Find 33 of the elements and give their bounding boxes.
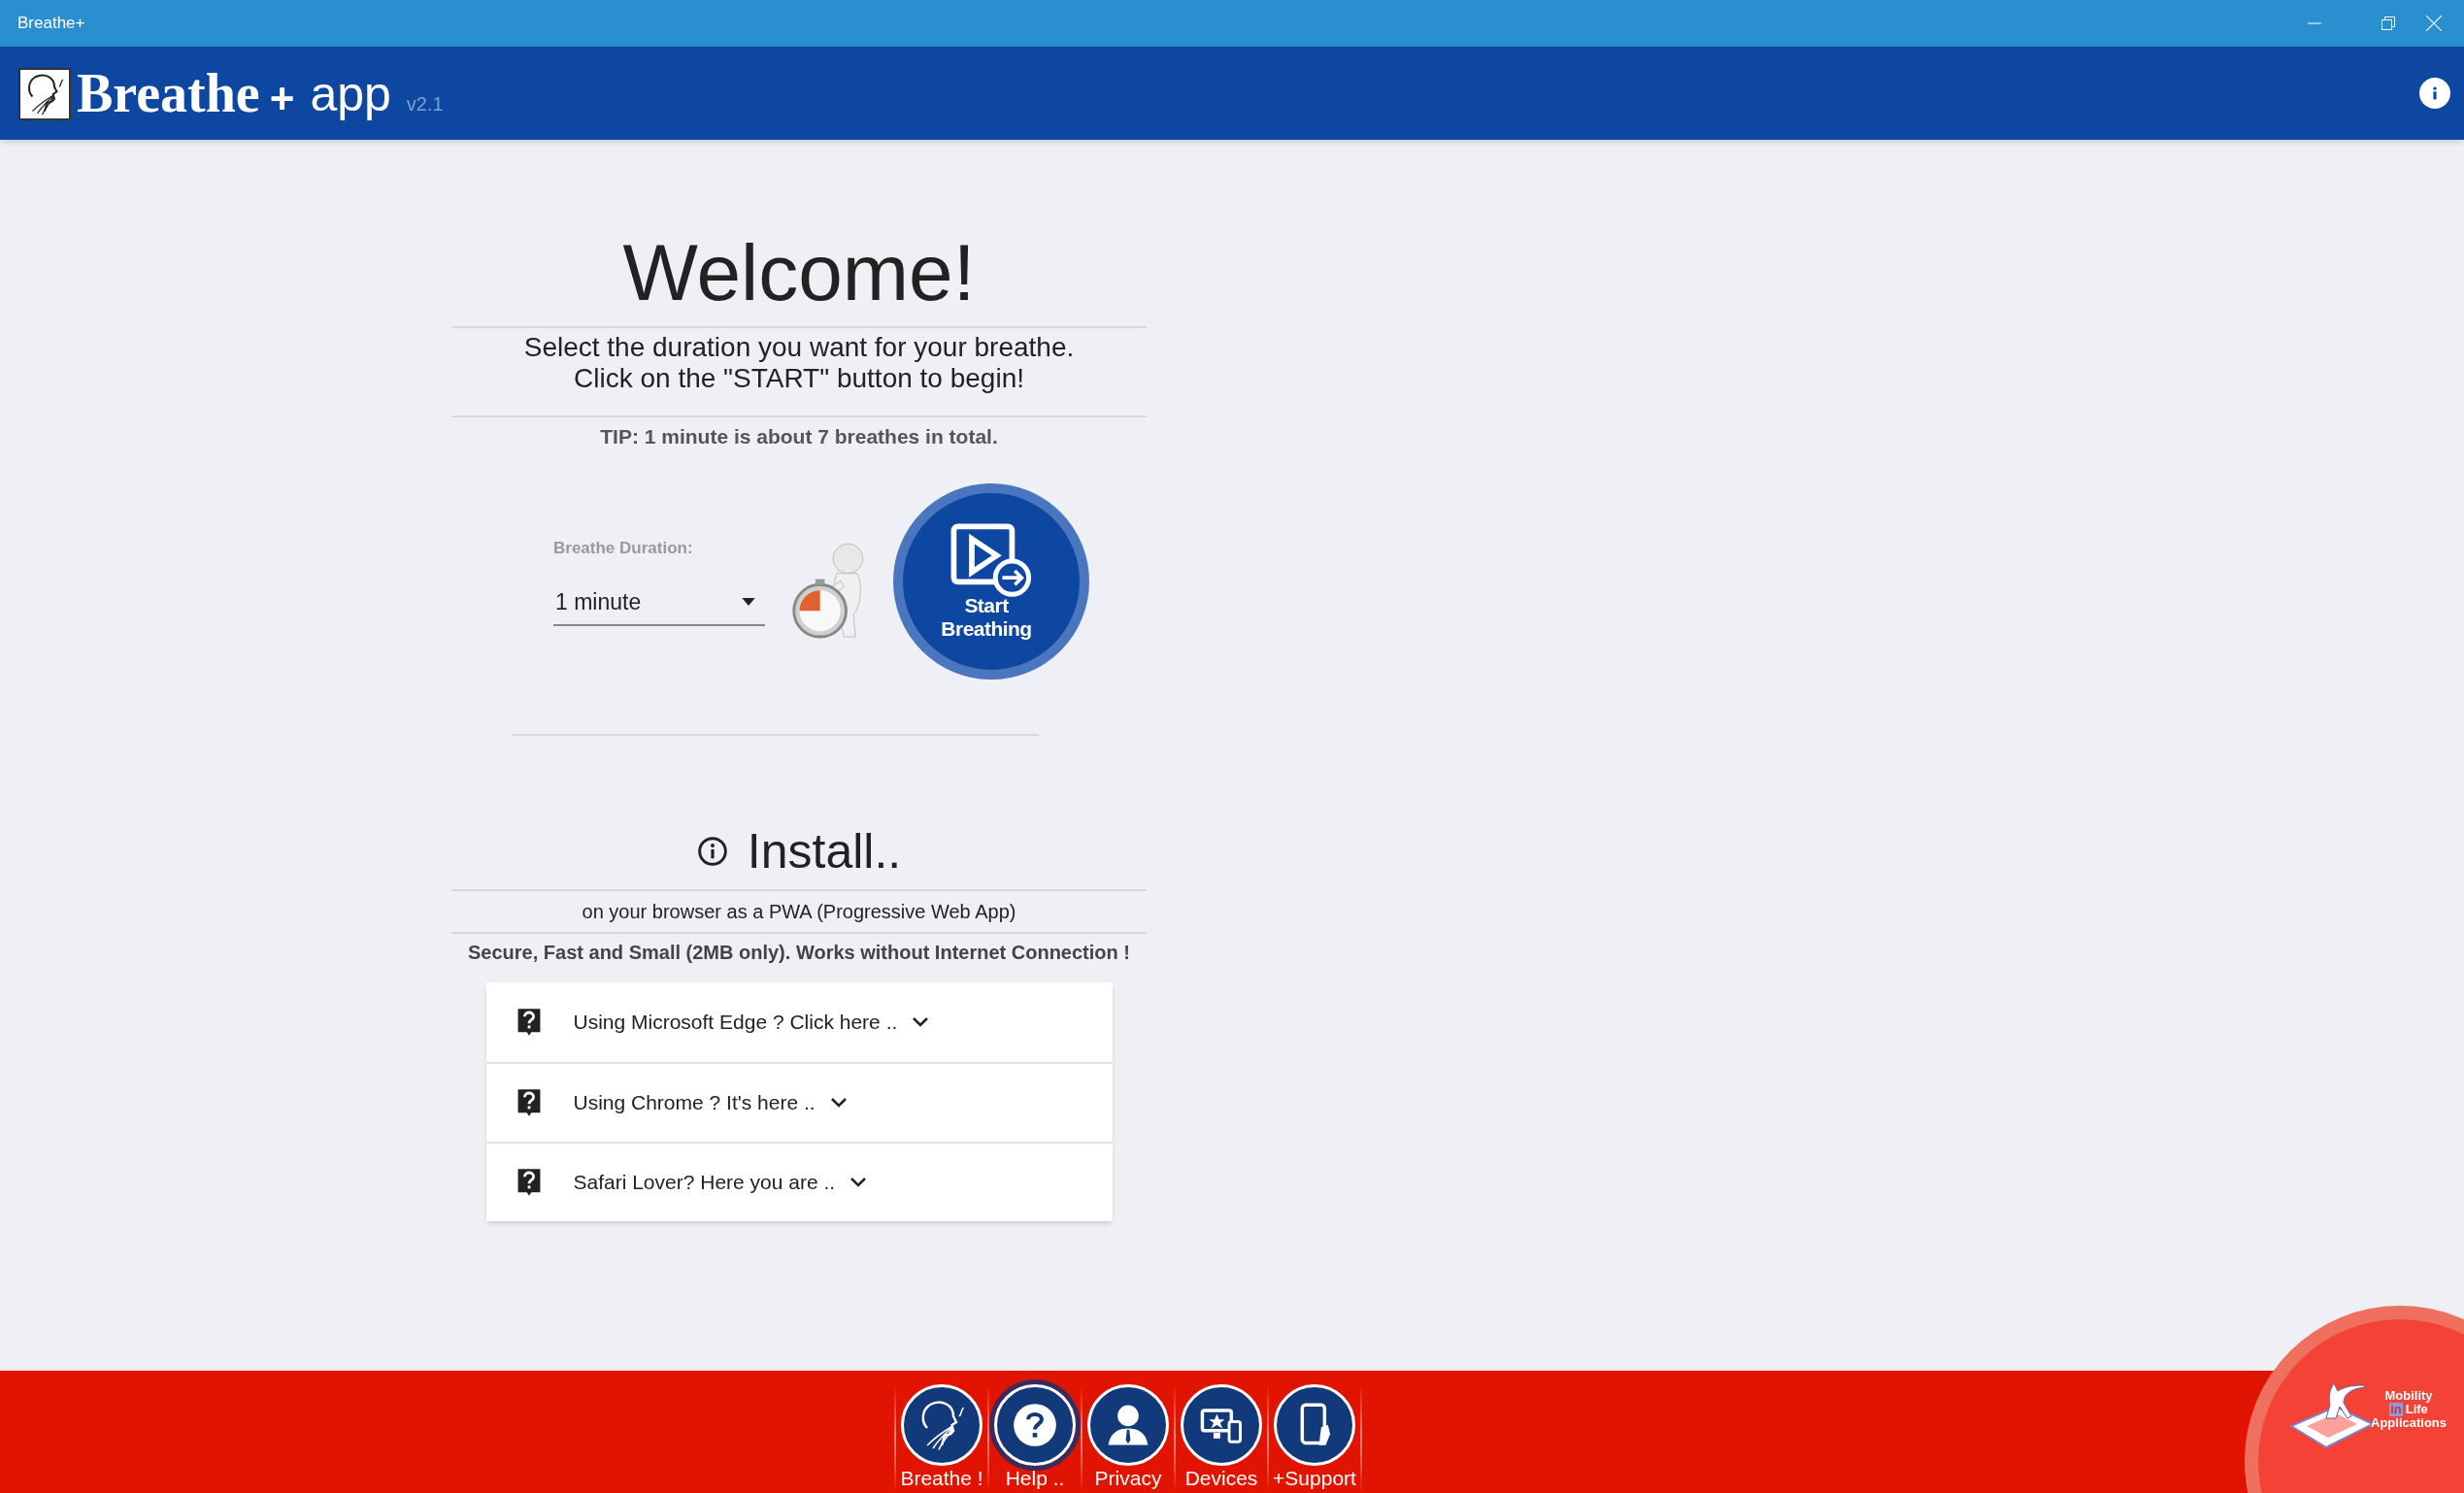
info-button[interactable]: [2419, 78, 2450, 109]
accordion-item[interactable]: Safari Lover? Here you are ..: [485, 1141, 1113, 1221]
accordion-item[interactable]: Using Microsoft Edge ? Click here ..: [485, 981, 1113, 1062]
install-subtitle: on your browser as a PWA (Progressive Web App): [582, 899, 1016, 924]
window-title: Breathe+: [17, 13, 85, 35]
tip-text: TIP: 1 minute is about 7 breathes in total.: [600, 424, 998, 449]
duration-select[interactable]: 1 minute: [553, 580, 765, 627]
version-label: v2.1: [406, 92, 444, 116]
welcome-heading: Welcome!: [622, 233, 976, 313]
duration-label: Breathe Duration:: [553, 537, 694, 559]
brand-text: Applications: [2371, 1416, 2447, 1430]
chevron-down-icon: [850, 1177, 867, 1187]
chevron-down-icon: [913, 1016, 929, 1027]
install-heading: Install..: [747, 826, 902, 876]
plus-sign: +: [269, 78, 295, 120]
app-label: app: [310, 70, 391, 118]
brand-text: Life: [2405, 1403, 2428, 1416]
restore-icon: [2381, 16, 2396, 31]
start-breathing-button[interactable]: Start Breathing: [893, 482, 1089, 680]
chevron-down-icon: [830, 1097, 847, 1108]
logo-text: Breathe: [77, 66, 260, 120]
info-icon: [696, 835, 728, 867]
help-icon: [1013, 1403, 1057, 1447]
caret-icon: [742, 598, 755, 607]
instruction-text: Select the duration you want for your breathe.: [523, 332, 1075, 363]
close-icon: [2425, 15, 2443, 32]
install-features: Secure, Fast and Small (2MB only). Works without Internet Connection !: [468, 940, 1130, 965]
minimize-icon: [2307, 22, 2322, 24]
accordion-item[interactable]: Using Chrome ? It's here ..: [485, 1061, 1113, 1142]
instruction-text: Click on the "START" button to begin!: [574, 363, 1024, 394]
brand-text: Mobility: [2384, 1389, 2433, 1403]
brand-text: in: [2389, 1403, 2403, 1416]
info-icon: [2431, 85, 2439, 101]
